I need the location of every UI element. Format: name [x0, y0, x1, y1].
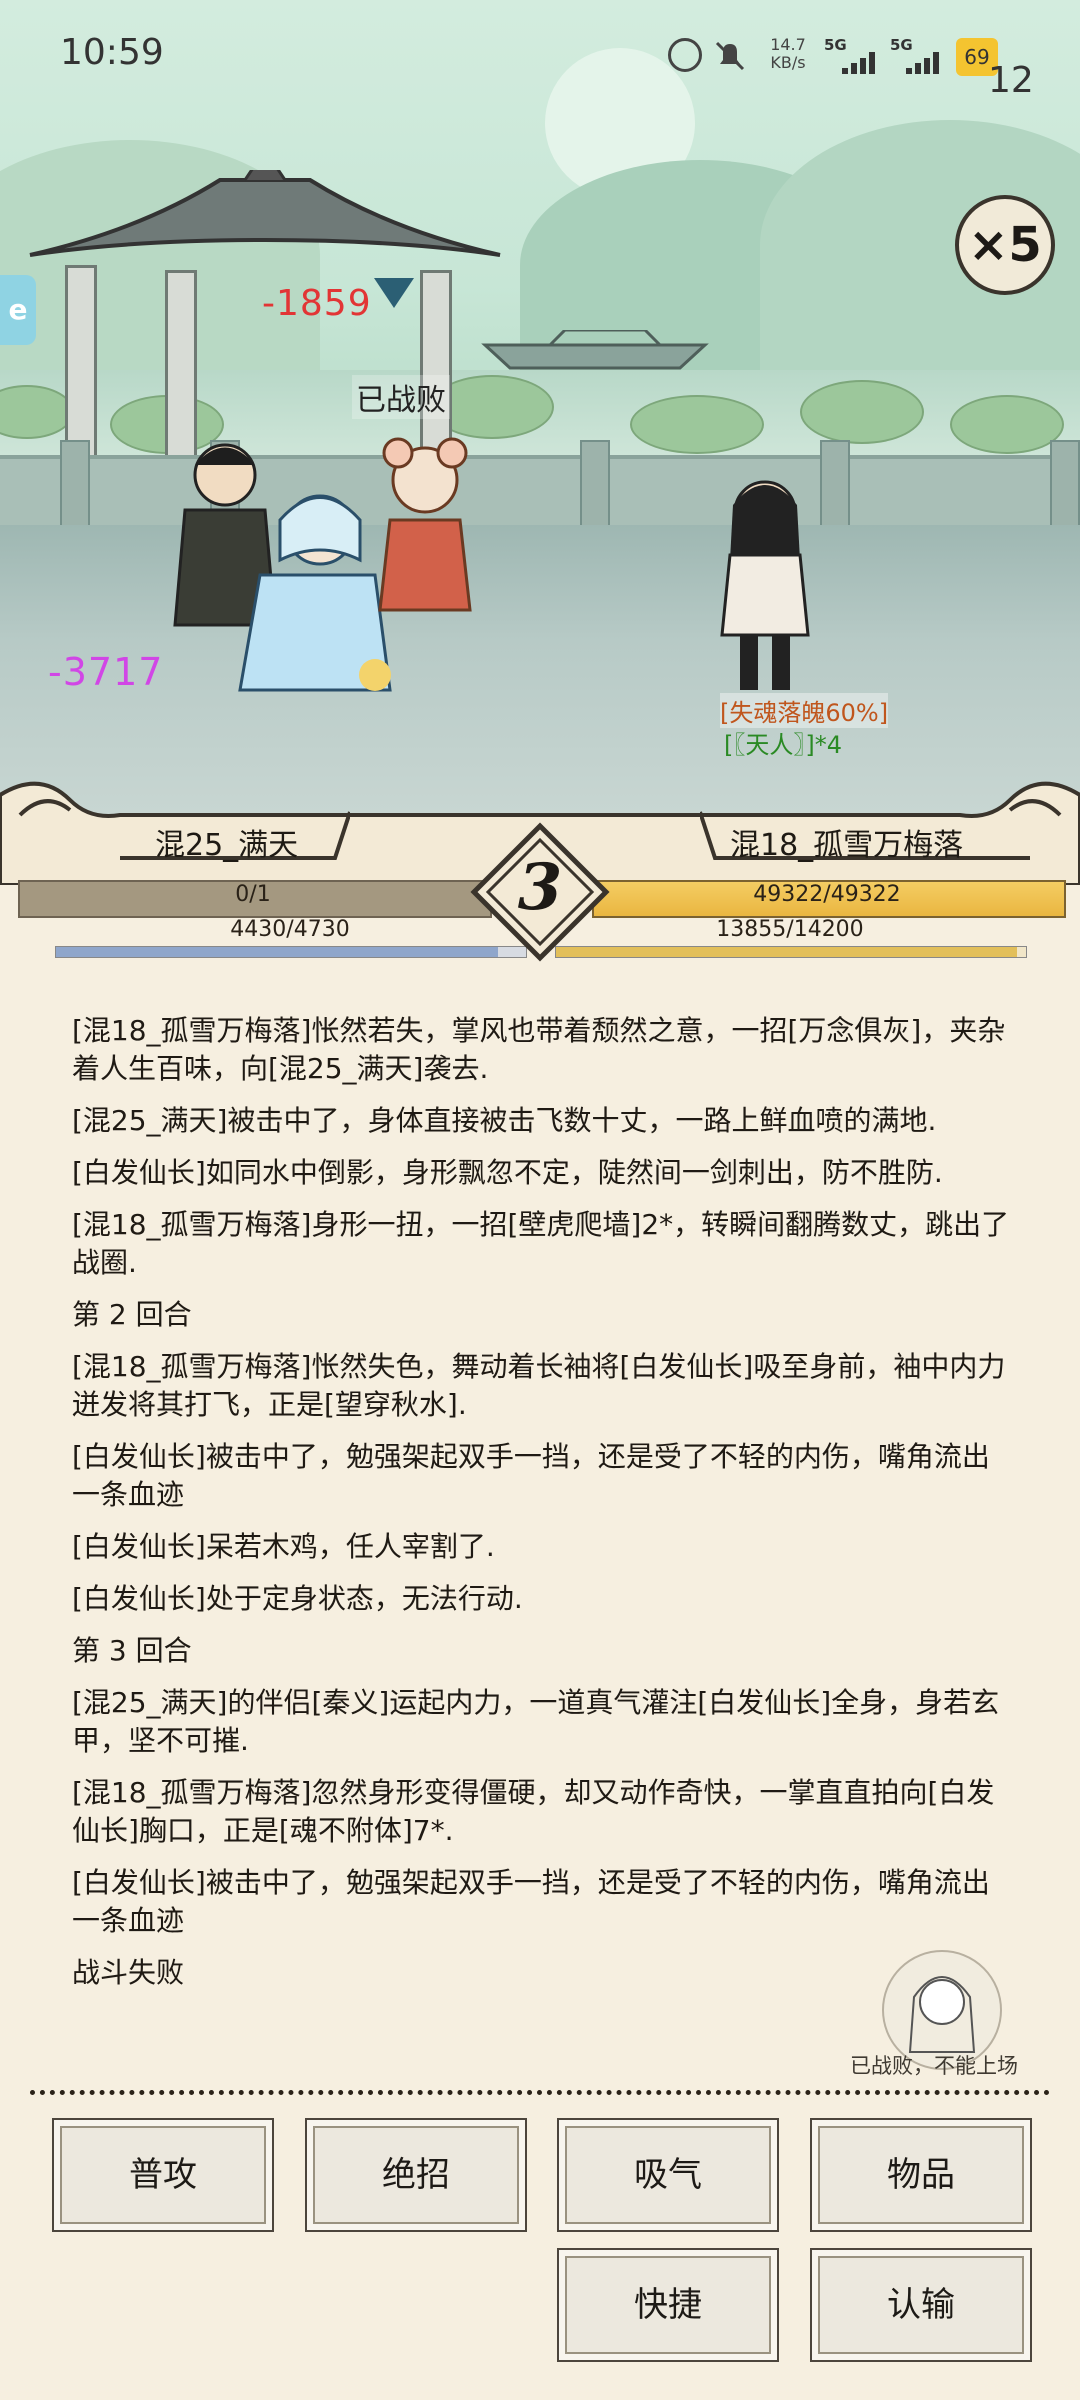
battle-log: [混18_孤雪万梅落]怅然若失，掌风也带着颓然之意，一招[万念俱灰]，夹杂着人生… — [72, 1012, 1012, 2006]
status-bar: 10:59 14.7 KB/s 5G 5G 69 12 — [0, 0, 1080, 110]
left-team-name: 混25_满天 — [155, 828, 299, 863]
mute-bell-icon — [715, 41, 745, 71]
quick-button[interactable]: 快捷 — [557, 2248, 779, 2362]
log-entry: [混18_孤雪万梅落]怅然若失，掌风也带着颓然之意，一招[万念俱灰]，夹杂着人生… — [72, 1014, 1006, 1085]
log-entry: [混25_满天]的伴侣[秦义]运起内力，一道真气灌注[白发仙长]全身，身若玄甲，… — [72, 1686, 1000, 1757]
left-mp-text: 4430/4730 — [230, 917, 350, 942]
speed-multiplier-button[interactable]: ×5 — [955, 195, 1055, 295]
network-speed-unit: KB/s — [770, 53, 806, 72]
enemy-status-effect: [失魂落魄60%] — [720, 693, 889, 728]
pavilion-roof — [29, 170, 501, 257]
target-marker-icon — [374, 278, 414, 308]
railing-post — [60, 440, 90, 534]
clock: 10:59 — [60, 32, 164, 73]
log-entry: [白发仙长]被击中了，勉强架起双手一挡，还是受了不轻的内伤，嘴角流出一条血迹 — [72, 1866, 990, 1937]
breathe-button[interactable]: 吸气 — [557, 2118, 779, 2232]
lotus-leaf — [950, 395, 1064, 454]
alarm-icon — [668, 38, 702, 72]
items-button[interactable]: 物品 — [810, 2118, 1032, 2232]
signal-icon — [842, 52, 878, 74]
log-entry: [白发仙长]被击中了，勉强架起双手一挡，还是受了不轻的内伤，嘴角流出一条血迹 — [72, 1440, 990, 1511]
boat-decoration — [481, 330, 709, 370]
log-entry: [白发仙长]处于定身状态，无法行动. — [72, 1582, 523, 1615]
round-number: 3 — [517, 850, 563, 925]
corner-counter: 12 — [988, 60, 1034, 101]
log-entry: [混25_满天]被击中了，身体直接被击飞数十丈，一路上鲜血喷的满地. — [72, 1104, 937, 1137]
left-mp-bar-fill — [56, 947, 498, 957]
railing-post — [580, 440, 610, 534]
surrender-button[interactable]: 认输 — [810, 2248, 1032, 2362]
log-round-header: 第 3 回合 — [72, 1634, 192, 1667]
log-entry: [白发仙长]呆若木鸡，任人宰割了. — [72, 1530, 495, 1563]
right-mp-text: 13855/14200 — [716, 917, 864, 942]
lotus-leaf — [630, 395, 764, 454]
log-entry: [混18_孤雪万梅落]忽然身形变得僵硬，却又动作奇快，一掌直直拍向[白发仙长]胸… — [72, 1776, 995, 1847]
log-entry: [混18_孤雪万梅落]身形一扭，一招[壁虎爬墙]2*，转瞬间翻腾数丈，跳出了战圈… — [72, 1208, 1010, 1279]
divider — [30, 2090, 1050, 2095]
damage-number: -1859 — [262, 283, 372, 324]
network-speed-value: 14.7 — [770, 35, 806, 54]
log-entry: [白发仙长]如同水中倒影，身形飘忽不定，陡然间一剑刺出，防不胜防. — [72, 1156, 943, 1189]
left-hp-text: 0/1 — [235, 882, 271, 907]
network-speed: 14.7 KB/s — [770, 36, 806, 72]
attack-button[interactable]: 普攻 — [52, 2118, 274, 2232]
side-tab[interactable]: e — [0, 275, 36, 345]
ultimate-button[interactable]: 绝招 — [305, 2118, 527, 2232]
enemy-title: [〖天人〗]*4 — [724, 731, 842, 759]
log-entry: [混18_孤雪万梅落]怅然失色，舞动着长袖将[白发仙长]吸至身前，袖中内力迸发将… — [72, 1350, 1006, 1421]
damage-number: -3717 — [48, 650, 164, 694]
right-team-name: 混18_孤雪万梅落 — [730, 828, 964, 863]
portrait-status-note: 已战败，不能上场 — [850, 2054, 1018, 2078]
right-hp-text: 49322/49322 — [753, 882, 901, 907]
lotus-leaf — [800, 380, 924, 444]
defeated-label: 已战败 — [352, 375, 450, 419]
railing-post — [1050, 440, 1080, 534]
signal-icon — [906, 52, 942, 74]
right-mp-bar-fill — [556, 947, 1017, 957]
character-mouse-companion — [378, 437, 472, 612]
log-result: 战斗失败 — [72, 1956, 185, 1989]
character-enemy — [720, 480, 810, 690]
battle-scene: e -1859 已战败 -3717 [失魂落魄60%] [〖天人〗]*4 ×5 — [0, 0, 1080, 815]
log-round-header: 第 2 回合 — [72, 1298, 192, 1331]
